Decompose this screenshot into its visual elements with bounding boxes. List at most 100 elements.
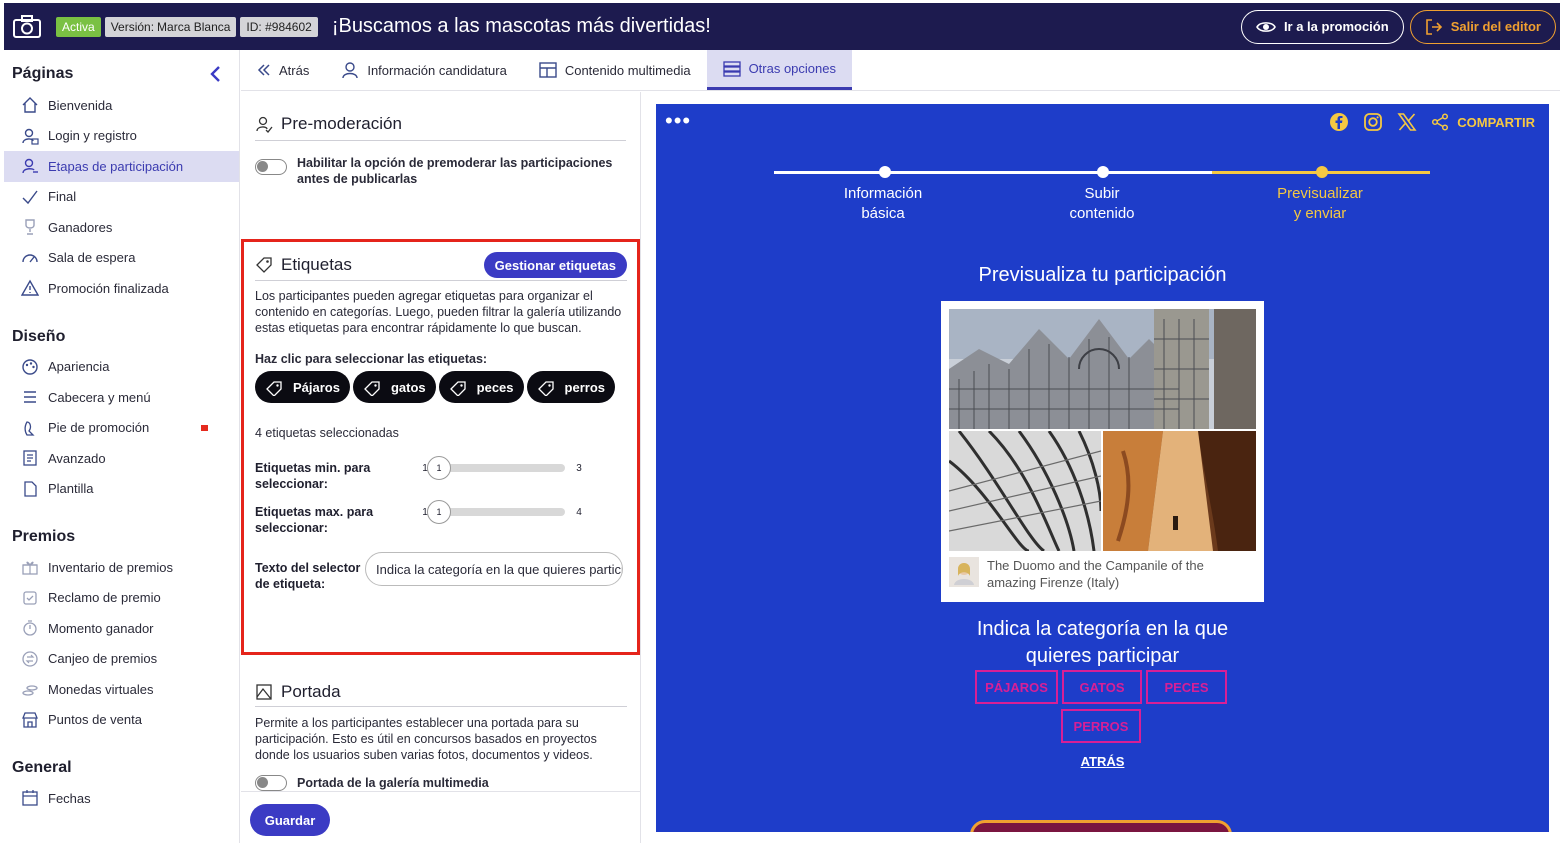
file-icon bbox=[20, 479, 40, 499]
promotion-preview: ••• COMPARTIR Información básica Subir con… bbox=[656, 104, 1549, 832]
tags-section: Etiquetas Gestionar etiquetas Los partic… bbox=[241, 252, 640, 592]
tag-chip-label: Pájaros bbox=[293, 379, 340, 395]
gift-icon bbox=[20, 557, 40, 577]
min-tags-knob[interactable]: 1 bbox=[427, 456, 451, 480]
sidebar-item-label: Inventario de premios bbox=[48, 559, 174, 575]
sidebar-item-pie[interactable]: Pie de promoción bbox=[4, 413, 239, 444]
premoderation-toggle[interactable] bbox=[255, 159, 287, 175]
sidebar-item-monedas[interactable]: Monedas virtuales bbox=[4, 674, 239, 705]
sidebar-item-puntos[interactable]: Puntos de venta bbox=[4, 705, 239, 736]
sidebar-item-etapas[interactable]: Etapas de participación bbox=[4, 151, 239, 182]
category-tag-button[interactable]: peces bbox=[1146, 670, 1227, 704]
photo-caption: The Duomo and the Campanile of the amazi… bbox=[949, 557, 1232, 591]
tag-chip[interactable]: gatos bbox=[352, 371, 436, 403]
sidebar-item-plantilla[interactable]: Plantilla bbox=[4, 474, 239, 505]
sidebar-item-canjeo[interactable]: Canjeo de premios bbox=[4, 644, 239, 675]
store-icon bbox=[20, 710, 40, 730]
advanced-icon bbox=[20, 448, 40, 468]
tab-back[interactable]: Atrás bbox=[241, 50, 325, 90]
sidebar-item-avanzado[interactable]: Avanzado bbox=[4, 443, 239, 474]
sidebar-item-label: Cabecera y menú bbox=[48, 389, 151, 405]
cover-description: Permite a los participantes establecer u… bbox=[255, 716, 597, 762]
exit-editor-label: Salir del editor bbox=[1450, 19, 1541, 34]
sidebar-item-label: Fechas bbox=[48, 790, 91, 806]
instagram-icon[interactable] bbox=[1363, 112, 1383, 132]
sidebar-item-login[interactable]: Login y registro bbox=[4, 121, 239, 152]
sidebar-item-momento[interactable]: Momento ganador bbox=[4, 613, 239, 644]
canyon-photo bbox=[1103, 431, 1256, 551]
tab-other-options[interactable]: Otras opciones bbox=[706, 50, 852, 90]
general-section-title: General bbox=[12, 759, 72, 776]
image-icon bbox=[256, 684, 272, 700]
sidebar-item-sala[interactable]: Sala de espera bbox=[4, 243, 239, 274]
sidebar: Páginas Bienvenida Login y registro Etap… bbox=[4, 50, 240, 843]
list-icon bbox=[722, 60, 741, 77]
sidebar-item-label: Monedas virtuales bbox=[48, 681, 154, 697]
tab-media[interactable]: Contenido multimedia bbox=[523, 50, 707, 90]
premoderation-title: Pre-moderación bbox=[281, 114, 402, 133]
facebook-icon[interactable] bbox=[1329, 112, 1349, 132]
cover-title: Portada bbox=[281, 682, 341, 701]
tab-candidacy[interactable]: Información candidatura bbox=[325, 50, 522, 90]
sidebar-item-final[interactable]: Final bbox=[4, 182, 239, 213]
status-badge: Activa bbox=[56, 16, 101, 37]
collapse-sidebar-icon[interactable] bbox=[209, 65, 221, 83]
selector-text-input[interactable]: Indica la categoría en la que quieres pa… bbox=[365, 552, 623, 586]
max-tags-row: Etiquetas max. para seleccionar: 1 1 4 bbox=[255, 500, 627, 536]
sidebar-item-ganadores[interactable]: Ganadores bbox=[4, 212, 239, 243]
max-tags-knob[interactable]: 1 bbox=[427, 500, 451, 524]
layout-icon bbox=[539, 62, 557, 78]
tag-chip-list: Pájaros gatos peces perros bbox=[255, 371, 627, 403]
category-tag-button[interactable]: gatos bbox=[1062, 670, 1142, 704]
sidebar-item-apariencia[interactable]: Apariencia bbox=[4, 352, 239, 383]
sidebar-item-label: Momento ganador bbox=[48, 620, 154, 636]
premoderation-section: Pre-moderación Habilitar la opción de pr… bbox=[241, 92, 640, 187]
share-button[interactable]: COMPARTIR bbox=[1431, 113, 1535, 131]
tab-back-label: Atrás bbox=[279, 62, 310, 78]
tab-bar: Atrás Información candidatura Contenido … bbox=[241, 50, 1560, 91]
exit-icon bbox=[1425, 18, 1442, 35]
max-tags-slider[interactable]: 1 bbox=[427, 500, 565, 524]
x-twitter-icon[interactable] bbox=[1397, 112, 1417, 132]
sidebar-item-fechas[interactable]: Fechas bbox=[4, 783, 239, 814]
camera-icon[interactable] bbox=[12, 14, 42, 40]
category-tag-button[interactable]: perros bbox=[1061, 709, 1141, 743]
sidebar-item-label: Plantilla bbox=[48, 481, 94, 497]
tags-select-label: Haz clic para seleccionar las etiquetas: bbox=[255, 352, 488, 366]
selector-text-row: Texto del selector de etiqueta: Indica l… bbox=[255, 552, 627, 592]
category-question-line: Indica la categoría en la que bbox=[976, 618, 1229, 640]
manage-tags-button[interactable]: Gestionar etiquetas bbox=[483, 252, 627, 278]
tag-chip[interactable]: Pájaros bbox=[255, 371, 350, 403]
category-tag-button[interactable]: Pájaros bbox=[975, 670, 1058, 704]
sidebar-item-reclamo[interactable]: Reclamo de premio bbox=[4, 583, 239, 614]
preview-back-link[interactable]: ATRÁS bbox=[656, 754, 1549, 769]
submit-button-partial[interactable] bbox=[970, 820, 1232, 832]
prizes-section-title: Premios bbox=[12, 528, 76, 545]
tag-chip-label: perros bbox=[564, 379, 605, 395]
sidebar-item-cabecera[interactable]: Cabecera y menú bbox=[4, 382, 239, 413]
tag-icon bbox=[537, 381, 554, 396]
tag-icon bbox=[449, 381, 466, 396]
more-options-icon[interactable]: ••• bbox=[665, 110, 691, 132]
min-tags-slider[interactable]: 1 bbox=[427, 456, 565, 480]
go-to-promotion-button[interactable]: Ir a la promoción bbox=[1240, 9, 1404, 44]
editor-panel: Pre-moderación Habilitar la opción de pr… bbox=[241, 92, 641, 843]
user-check-icon bbox=[256, 116, 273, 133]
sidebar-item-label: Final bbox=[48, 189, 77, 205]
sidebar-item-label: Promoción finalizada bbox=[48, 280, 169, 296]
cover-toggle[interactable] bbox=[255, 775, 287, 791]
sidebar-item-finalizada[interactable]: Promoción finalizada bbox=[4, 273, 239, 304]
tags-title: Etiquetas bbox=[281, 255, 352, 274]
sidebar-item-inventario[interactable]: Inventario de premios bbox=[4, 552, 239, 583]
exit-editor-button[interactable]: Salir del editor bbox=[1409, 9, 1556, 44]
version-value: Marca Blanca bbox=[157, 19, 231, 34]
tag-icon bbox=[266, 381, 282, 396]
eye-icon bbox=[1256, 21, 1276, 32]
tag-chip[interactable]: perros bbox=[526, 371, 615, 403]
max-tags-label: Etiquetas max. para seleccionar: bbox=[255, 505, 374, 535]
tag-chip[interactable]: peces bbox=[438, 371, 524, 403]
step-label-line: Previsualizar bbox=[1277, 185, 1363, 202]
sidebar-item-label: Pie de promoción bbox=[48, 420, 150, 436]
sidebar-item-bienvenida[interactable]: Bienvenida bbox=[4, 90, 239, 121]
save-button[interactable]: Guardar bbox=[250, 804, 330, 836]
